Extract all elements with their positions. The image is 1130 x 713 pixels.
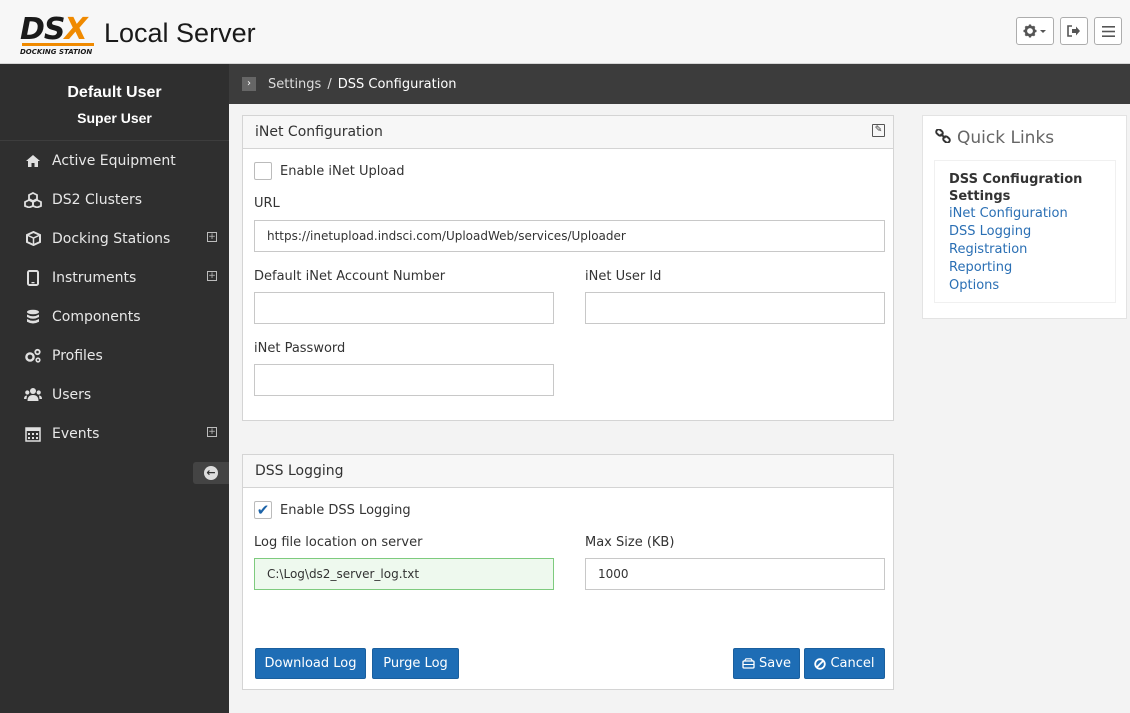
breadcrumb: › Settings / DSS Configuration	[229, 64, 1130, 104]
expand-icon[interactable]: +	[207, 427, 217, 437]
inet-password-input[interactable]	[254, 364, 554, 396]
top-header: DSX DOCKING STATION Local Server	[0, 0, 1130, 64]
sidebar-item-components[interactable]: Components	[0, 297, 229, 336]
app-logo[interactable]: DSX DOCKING STATION Local Server	[20, 10, 270, 60]
inet-configuration-panel: iNet Configuration ✎ Enable iNet Upload …	[242, 115, 894, 421]
cogs-icon	[24, 347, 42, 365]
save-button-label: Save	[759, 656, 791, 671]
sidebar-item-label: Users	[52, 386, 92, 403]
enable-dss-logging-checkbox[interactable]: ✔	[254, 501, 272, 519]
breadcrumb-settings[interactable]: Settings	[268, 77, 321, 92]
settings-dropdown-button[interactable]	[1016, 17, 1054, 45]
hamburger-menu-icon	[1101, 25, 1115, 37]
sidebar-item-label: DS2 Clusters	[52, 191, 143, 208]
breadcrumb-separator: /	[327, 76, 332, 92]
ban-icon	[814, 657, 827, 670]
account-number-input[interactable]	[254, 292, 554, 324]
cancel-button[interactable]: Cancel	[804, 648, 885, 679]
enable-inet-upload-row[interactable]: Enable iNet Upload	[254, 162, 405, 180]
sidebar-item-label: Components	[52, 308, 141, 325]
cube-icon	[24, 230, 42, 248]
sidebar-item-ds2-clusters[interactable]: DS2 Clusters	[0, 180, 229, 219]
panel-title: iNet Configuration	[255, 124, 383, 140]
link-icon	[935, 128, 951, 147]
inet-password-label: iNet Password	[254, 341, 346, 356]
enable-dss-logging-row[interactable]: ✔ Enable DSS Logging	[254, 501, 411, 519]
sidebar-item-active-equipment[interactable]: Active Equipment	[0, 141, 229, 180]
logout-button[interactable]	[1060, 17, 1088, 45]
collapse-sidebar-button[interactable]: ←	[193, 462, 229, 484]
quick-link-inet-configuration[interactable]: iNet Configuration	[949, 205, 1101, 223]
quick-links-heading: DSS Confiugration Settings	[949, 172, 1083, 204]
panel-title: DSS Logging	[255, 463, 344, 479]
sidebar-item-label: Events	[52, 425, 100, 442]
quick-link-registration[interactable]: Registration	[949, 241, 1101, 259]
save-button[interactable]: Save	[733, 648, 800, 679]
account-number-label: Default iNet Account Number	[254, 269, 446, 284]
max-size-input[interactable]: 1000	[585, 558, 885, 590]
expand-icon[interactable]: +	[207, 232, 217, 242]
app-title: Local Server	[104, 18, 256, 48]
log-location-input[interactable]: C:\Log\ds2_server_log.txt	[254, 558, 554, 590]
arrow-left-circle-icon: ←	[204, 466, 218, 480]
user-info: Default User Super User	[0, 64, 229, 141]
dss-logging-panel: DSS Logging ✔ Enable DSS Logging Log fil…	[242, 454, 894, 690]
download-log-button[interactable]: Download Log	[255, 648, 366, 679]
quick-link-dss-logging[interactable]: DSS Logging	[949, 223, 1101, 241]
logo-subtitle: DOCKING STATION	[20, 48, 93, 56]
sidebar-item-label: Docking Stations	[52, 230, 171, 247]
enable-inet-upload-label: Enable iNet Upload	[280, 163, 405, 179]
url-label: URL	[254, 196, 280, 211]
sidebar-item-label: Instruments	[52, 269, 137, 286]
tablet-icon	[24, 269, 42, 287]
hdd-icon	[742, 658, 755, 669]
gear-dropdown-icon	[1023, 24, 1046, 38]
home-icon	[24, 152, 42, 170]
expand-icon[interactable]: +	[207, 271, 217, 281]
sign-out-icon	[1067, 25, 1080, 37]
purge-log-button[interactable]: Purge Log	[372, 648, 459, 679]
quick-link-options[interactable]: Options	[949, 277, 1101, 295]
url-input[interactable]: https://inetupload.indsci.com/UploadWeb/…	[254, 220, 885, 252]
panel-header: iNet Configuration ✎	[243, 116, 893, 149]
menu-button[interactable]	[1094, 17, 1122, 45]
cancel-button-label: Cancel	[830, 656, 875, 671]
database-icon	[24, 308, 42, 326]
quick-link-reporting[interactable]: Reporting	[949, 259, 1101, 277]
sidebar: Default User Super User Active Equipment…	[0, 64, 229, 713]
breadcrumb-current: DSS Configuration	[337, 76, 457, 92]
quick-links-panel: Quick Links DSS Confiugration Settings i…	[922, 115, 1127, 319]
sidebar-item-label: Profiles	[52, 347, 103, 364]
sidebar-item-label: Active Equipment	[52, 152, 176, 169]
enable-dss-logging-label: Enable DSS Logging	[280, 502, 411, 518]
sidebar-item-instruments[interactable]: Instruments +	[0, 258, 229, 297]
panel-header: DSS Logging	[243, 455, 893, 488]
cubes-icon	[24, 191, 42, 209]
quick-links-title: Quick Links	[935, 128, 1054, 148]
enable-inet-upload-checkbox[interactable]	[254, 162, 272, 180]
max-size-label: Max Size (KB)	[585, 535, 675, 550]
inet-user-id-input[interactable]	[585, 292, 885, 324]
user-role: Super User	[77, 110, 152, 126]
users-icon	[24, 386, 42, 404]
sidebar-item-events[interactable]: Events +	[0, 414, 229, 453]
quick-links-list: DSS Confiugration Settings iNet Configur…	[934, 160, 1116, 303]
header-toolbar	[1016, 17, 1122, 45]
edit-icon[interactable]: ✎	[872, 124, 885, 137]
logo-swoosh	[22, 43, 94, 46]
user-name: Default User	[67, 84, 162, 101]
sidebar-item-users[interactable]: Users	[0, 375, 229, 414]
calendar-icon	[24, 425, 42, 443]
chevron-right-icon[interactable]: ›	[242, 77, 256, 91]
log-location-label: Log file location on server	[254, 535, 423, 550]
sidebar-item-docking-stations[interactable]: Docking Stations +	[0, 219, 229, 258]
sidebar-item-profiles[interactable]: Profiles	[0, 336, 229, 375]
inet-user-id-label: iNet User Id	[585, 269, 662, 284]
